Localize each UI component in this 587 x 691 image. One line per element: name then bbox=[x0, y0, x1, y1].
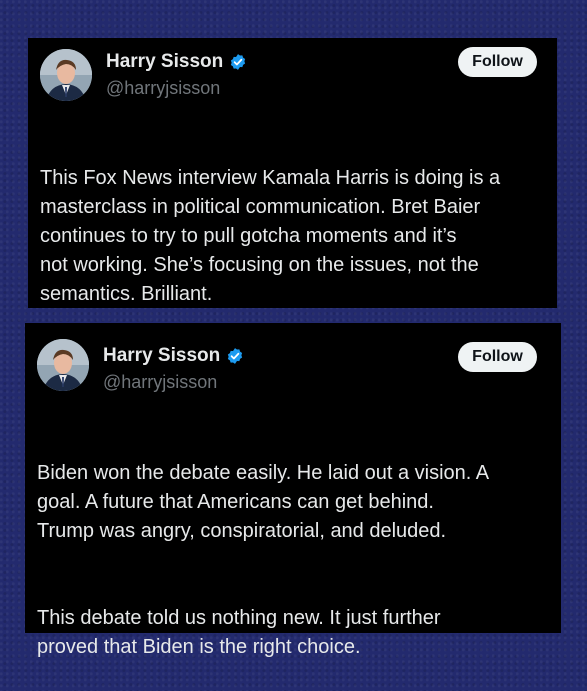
follow-button[interactable]: Follow bbox=[458, 342, 537, 372]
follow-button[interactable]: Follow bbox=[458, 47, 537, 77]
tweet-card-1: Harry Sisson @harryjsisson Follow This F… bbox=[28, 38, 557, 308]
tweet-paragraph: Biden won the debate easily. He laid out… bbox=[37, 462, 490, 542]
tweet-text: This Fox News interview Kamala Harris is… bbox=[40, 135, 552, 338]
tweet-paragraph: This Fox News interview Kamala Harris is… bbox=[40, 167, 501, 305]
display-name-text[interactable]: Harry Sisson bbox=[103, 345, 220, 367]
avatar[interactable] bbox=[40, 49, 92, 101]
tweet-text: Biden won the debate easily. He laid out… bbox=[37, 430, 557, 691]
display-name[interactable]: Harry Sisson bbox=[106, 51, 247, 73]
tweet-card-2: Harry Sisson @harryjsisson Follow Biden … bbox=[25, 323, 561, 658]
verified-badge-icon bbox=[231, 54, 246, 70]
verified-badge-icon bbox=[228, 348, 243, 364]
tweet-paragraph: This debate told us nothing new. It just… bbox=[37, 607, 441, 658]
user-handle[interactable]: @harryjsisson bbox=[106, 78, 220, 99]
display-name[interactable]: Harry Sisson bbox=[103, 345, 244, 367]
avatar[interactable] bbox=[37, 339, 89, 391]
display-name-text[interactable]: Harry Sisson bbox=[106, 51, 223, 73]
user-handle[interactable]: @harryjsisson bbox=[103, 372, 217, 393]
